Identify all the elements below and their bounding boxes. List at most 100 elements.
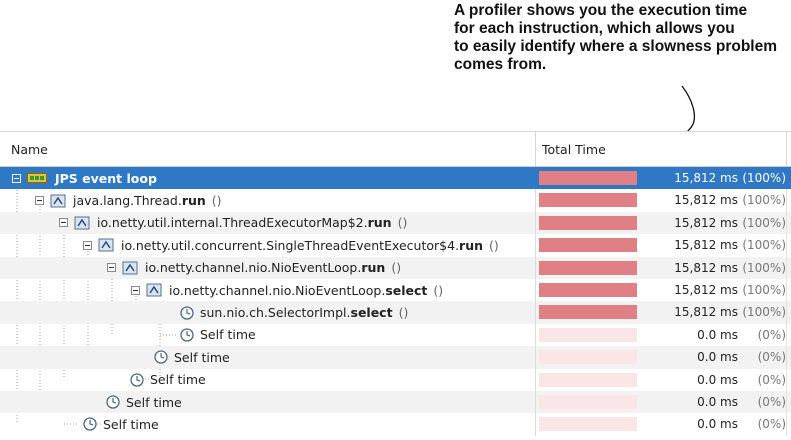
total-time-value: 15,812 ms [674, 215, 738, 230]
column-divider [786, 211, 787, 235]
total-time-value: 15,812 ms [674, 260, 738, 275]
table-row[interactable]: io.netty.channel.nio.NioEventLoop. run() … [0, 256, 791, 279]
row-name: Self time [103, 416, 159, 432]
total-time-percent: (0%) [757, 327, 786, 342]
total-time-percent: (0%) [757, 350, 786, 365]
column-header-name[interactable]: Name [11, 142, 48, 157]
total-time-value: 0.0 ms [697, 417, 738, 432]
table-row[interactable]: JPS event loop 15,812 ms (100%) [0, 167, 791, 190]
row-method: run [361, 260, 386, 276]
time-bar-fill [539, 394, 637, 409]
total-time-percent: (0%) [757, 372, 786, 387]
table-row[interactable]: Self time 0.0 ms (0%) [0, 346, 791, 369]
column-divider [786, 390, 787, 414]
row-prefix: io.netty.util.concurrent.SingleThreadEve… [121, 237, 460, 253]
collapse-toggle-icon[interactable] [83, 240, 92, 250]
method-icon [74, 216, 90, 230]
row-prefix: io.netty.channel.nio.NioEventLoop. [145, 260, 362, 276]
time-bar-fill [539, 327, 637, 342]
total-time-percent: (100%) [742, 282, 786, 297]
column-divider[interactable] [786, 132, 787, 166]
call-tree-table: Name Total Time JPS event loop 15,812 ms… [0, 131, 791, 436]
column-header-total-time[interactable]: Total Time [542, 142, 606, 157]
column-divider [535, 368, 536, 391]
time-bar-fill [539, 350, 637, 365]
row-name: Self time [174, 349, 230, 365]
column-divider [786, 413, 787, 436]
column-divider [535, 413, 536, 436]
method-icon [50, 194, 66, 208]
row-method: select [350, 305, 393, 321]
column-divider [786, 323, 787, 347]
time-bar-fill [539, 238, 637, 253]
row-method: select [385, 282, 428, 298]
total-time-percent: (100%) [742, 238, 786, 253]
column-divider [786, 278, 787, 302]
total-time-value: 15,812 ms [674, 193, 738, 208]
time-bar [539, 260, 637, 275]
row-params: () [489, 237, 499, 253]
total-time-value: 15,812 ms [674, 238, 738, 253]
column-divider [535, 234, 536, 257]
row-method: run [459, 237, 484, 253]
column-divider[interactable] [535, 132, 536, 166]
time-bar [539, 215, 637, 230]
time-bar [539, 238, 637, 253]
total-time-percent: (100%) [742, 260, 786, 275]
column-divider [786, 189, 787, 212]
column-divider [535, 278, 536, 302]
column-divider [786, 234, 787, 257]
table-row[interactable]: io.netty.util.concurrent.SingleThreadEve… [0, 234, 791, 257]
table-row[interactable]: Self time 0.0 ms (0%) [0, 413, 791, 436]
column-divider [786, 368, 787, 391]
row-prefix: io.netty.util.internal.ThreadExecutorMap… [97, 215, 368, 231]
table-row[interactable]: java.lang.Thread. run () 15,812 ms (100%) [0, 189, 791, 212]
column-divider [535, 167, 536, 190]
method-icon [146, 283, 162, 297]
row-prefix: io.netty.channel.nio.NioEventLoop. [169, 282, 386, 298]
time-bar [539, 193, 637, 208]
total-time-value: 0.0 ms [697, 327, 738, 342]
total-time-percent: (100%) [742, 305, 786, 320]
method-icon [122, 261, 138, 275]
table-row[interactable]: sun.nio.ch.SelectorImpl. select () 15,812 … [0, 301, 791, 324]
row-name: Self time [150, 372, 206, 388]
time-bar-fill [539, 193, 637, 208]
total-time-percent: (0%) [757, 394, 786, 409]
clock-icon [83, 417, 97, 432]
annotation-line: to easily identify where a slowness prob… [454, 38, 778, 55]
clock-icon [130, 373, 144, 387]
row-name: Self time [200, 327, 256, 343]
collapse-toggle-icon[interactable] [107, 263, 116, 273]
time-bar-fill [539, 282, 637, 297]
table-row[interactable]: io.netty.channel.nio.NioEventLoop. select… [0, 278, 791, 302]
time-bar-fill [539, 171, 637, 185]
total-time-value: 15,812 ms [674, 305, 738, 320]
time-bar [539, 372, 637, 387]
annotation-line: comes from. [454, 56, 547, 73]
collapse-toggle-icon[interactable] [59, 218, 68, 228]
time-bar-fill [539, 305, 637, 320]
row-name: JPS event loop [55, 170, 157, 186]
column-divider [535, 346, 536, 369]
collapse-toggle-icon[interactable] [35, 196, 44, 206]
table-row[interactable]: io.netty.util.internal.ThreadExecutorMap… [0, 211, 791, 235]
table-header: Name Total Time [0, 131, 791, 167]
annotation-line: for each instruction, which allows you [454, 20, 735, 37]
total-time-percent: (0%) [757, 417, 786, 432]
thread-icon [27, 173, 47, 184]
column-divider [535, 256, 536, 279]
row-params: () [211, 193, 222, 209]
total-time-percent: (100%) [742, 171, 786, 185]
table-row[interactable]: Self time 0.0 ms (0%) [0, 323, 791, 347]
total-time-percent: (100%) [742, 215, 786, 230]
column-divider [786, 167, 787, 190]
column-divider [535, 301, 536, 324]
table-row[interactable]: Self time 0.0 ms (0%) [0, 368, 791, 391]
table-row[interactable]: Self time 0.0 ms (0%) [0, 390, 791, 414]
method-icon [98, 238, 114, 252]
time-bar [539, 171, 637, 185]
clock-icon [106, 395, 120, 409]
collapse-toggle-icon[interactable] [131, 285, 140, 295]
collapse-toggle-icon[interactable] [12, 173, 21, 183]
